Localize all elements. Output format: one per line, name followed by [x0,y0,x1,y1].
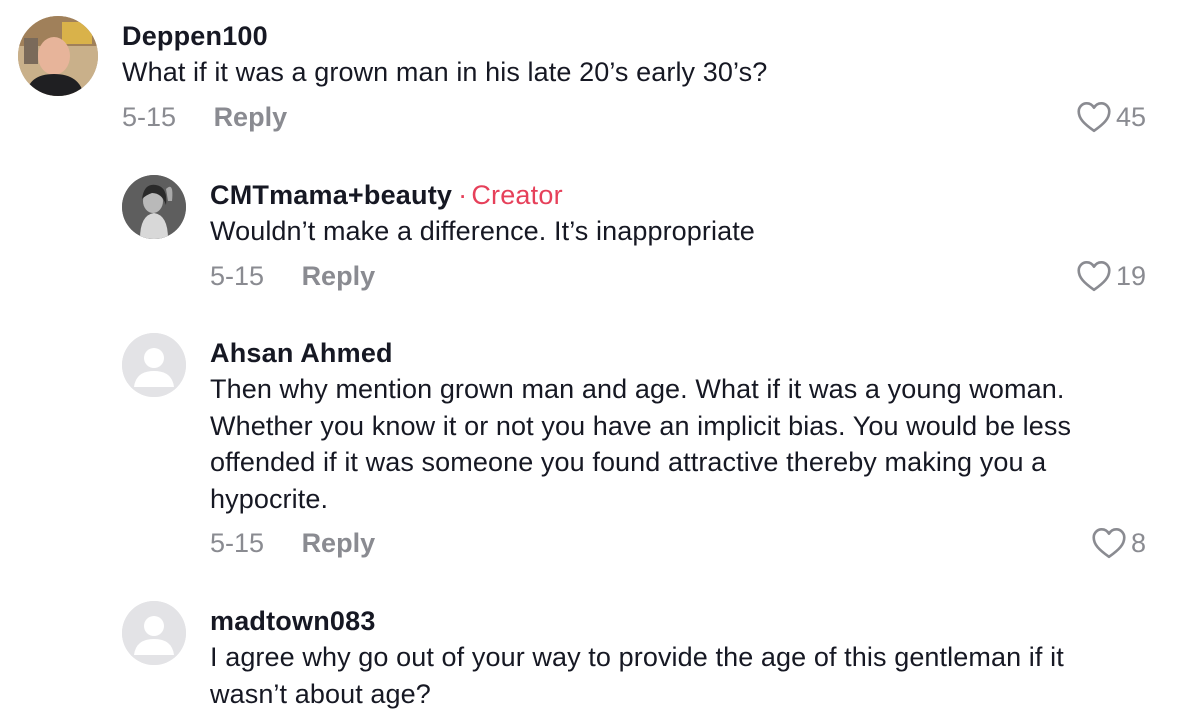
comment-text: What if it was a grown man in his late 2… [122,57,768,87]
avatar-madtown083[interactable] [122,601,186,665]
comment-text: I agree why go out of your way to provid… [210,642,1064,709]
heart-outline-icon [1091,527,1127,559]
comment-username: CMTmama+beauty · Creator [210,177,1146,213]
avatar-cmtmama-beauty[interactable] [122,175,186,239]
creator-separator: · [458,180,468,210]
comment-username[interactable]: madtown083 [210,603,1146,639]
avatar-photo-icon [122,175,186,239]
comment-username-text[interactable]: CMTmama+beauty [210,180,452,210]
reply-button[interactable]: Reply [214,97,288,137]
like-count: 8 [1130,528,1146,558]
comment-meta: 5-15 Reply 45 [122,97,1146,137]
reply-button[interactable]: Reply [302,256,376,296]
comment-text: Then why mention grown man and age. What… [210,374,1072,514]
comment-date: 5-15 [210,260,265,291]
like-button[interactable]: 19 [1076,256,1146,296]
reply-button[interactable]: Reply [302,523,376,563]
avatar-deppen100[interactable] [18,16,98,96]
comment-date: 5-15 [210,528,265,558]
avatar-photo-icon [18,16,98,96]
like-button[interactable]: 8 [1091,523,1146,563]
comment-meta: 5-15 Reply 19 [210,256,1146,296]
person-silhouette-icon [122,333,186,397]
comment-date: 5-15 [122,101,177,132]
like-count: 45 [1115,101,1146,132]
person-silhouette-icon [122,601,186,665]
like-button[interactable]: 45 [1076,97,1146,137]
comment-text: Wouldn’t make a difference. It’s inappro… [210,216,755,246]
creator-badge: Creator [471,180,563,210]
comment-username[interactable]: Ahsan Ahmed [210,335,1146,371]
heart-outline-icon [1076,260,1112,292]
avatar-ahsan-ahmed[interactable] [122,333,186,397]
comment-username[interactable]: Deppen100 [122,18,1146,54]
heart-outline-icon [1076,101,1112,133]
comment-meta: 5-15 Reply 8 [210,523,1146,563]
like-count: 19 [1115,260,1146,291]
